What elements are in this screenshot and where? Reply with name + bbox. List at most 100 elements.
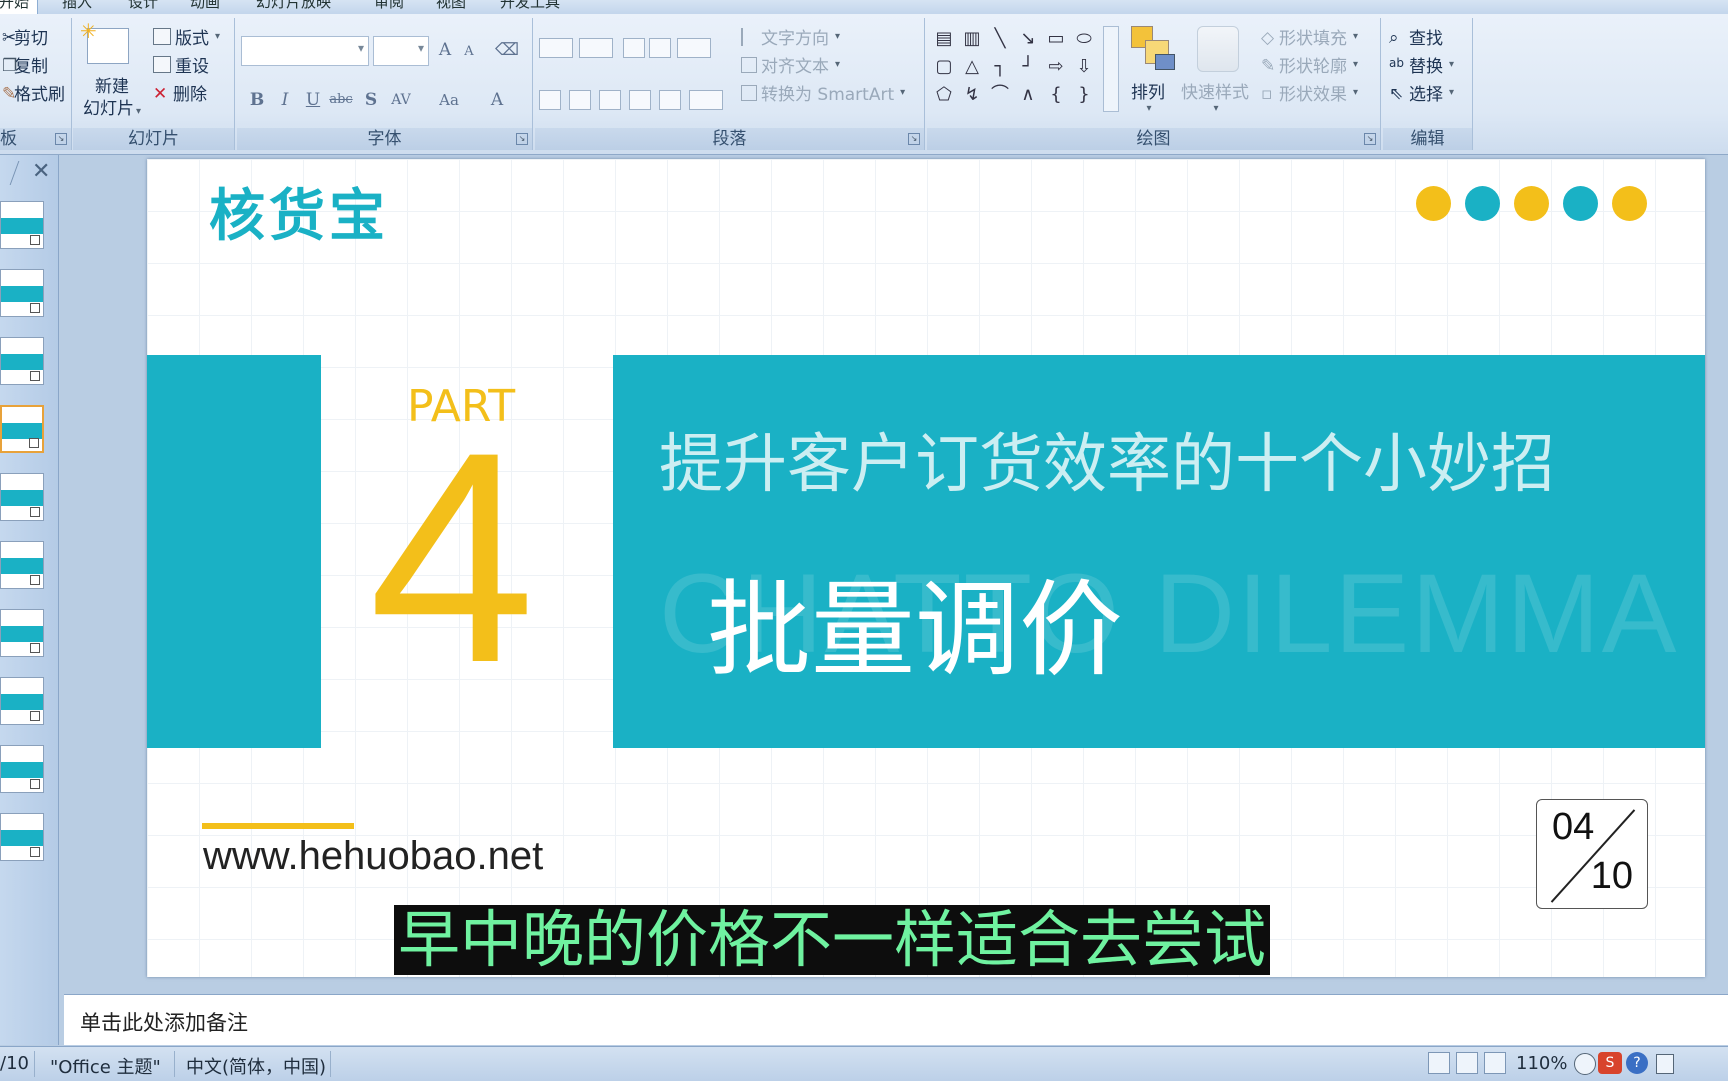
cut-button[interactable]: ✂ 剪切 (2, 24, 48, 50)
slide-canvas[interactable]: 核货宝 PART 4 提升客户订货效率的十个小妙招 CHATTO DILEMMA… (147, 159, 1705, 977)
outline-tab[interactable] (0, 161, 20, 185)
slide-thumbnail[interactable] (0, 269, 44, 317)
slide-thumbnail[interactable] (0, 609, 44, 657)
curve-shape-icon[interactable]: ∧ (1017, 84, 1039, 106)
drawing-dialog-launcher[interactable]: ↘ (1364, 133, 1376, 145)
align-text-button[interactable]: 对齐文本 ▾ (741, 52, 840, 77)
slide-sorter-view-button[interactable] (1456, 1052, 1478, 1074)
justify-button[interactable] (629, 90, 651, 110)
line-spacing-button[interactable] (677, 38, 711, 58)
arrange-button[interactable]: 排列 ▾ (1131, 78, 1165, 114)
new-slide-button[interactable]: 新建 幻灯片 ▾ (83, 76, 141, 123)
fit-window-icon[interactable] (1656, 1054, 1674, 1074)
tab-home[interactable]: 开始 (0, 0, 39, 14)
shape-fill-button[interactable]: ◇ 形状填充 ▾ (1261, 24, 1358, 50)
char-spacing-button[interactable]: AV (389, 88, 413, 112)
close-icon[interactable]: ✕ (32, 159, 50, 184)
shrink-font-button[interactable]: A (457, 40, 481, 64)
find-button[interactable]: ⌕ 查找 (1389, 24, 1443, 50)
replace-button[interactable]: ab 替换 ▾ (1389, 52, 1454, 78)
tab-insert[interactable]: 插入 (62, 0, 92, 10)
slide-thumbnail[interactable] (0, 473, 44, 521)
left-brace-shape-icon[interactable]: { (1045, 84, 1067, 106)
theme-indicator[interactable]: "Office 主题" (50, 1053, 161, 1079)
shapes-gallery-scrollbar[interactable] (1103, 26, 1119, 112)
paragraph-dialog-launcher[interactable]: ↘ (908, 133, 920, 145)
underline-button[interactable]: U (301, 88, 325, 112)
zoom-level[interactable]: 110% (1516, 1053, 1567, 1074)
tab-slideshow[interactable]: 幻灯片放映 (256, 0, 331, 10)
clear-format-button[interactable]: ⌫ (495, 38, 519, 62)
strikethrough-button[interactable]: abc (329, 88, 353, 112)
format-painter-button[interactable]: ✎ 格式刷 (2, 80, 65, 106)
arrow-line-shape-icon[interactable]: ↘ (1017, 28, 1039, 50)
bold-button[interactable]: B (245, 88, 269, 112)
align-left-button[interactable] (539, 90, 561, 110)
delete-slide-button[interactable]: ✕ 删除 (153, 80, 207, 106)
align-right-button[interactable] (599, 90, 621, 110)
italic-button[interactable]: I (273, 88, 297, 112)
tab-design[interactable]: 设计 (128, 0, 158, 10)
clipboard-dialog-launcher[interactable]: ↘ (55, 133, 67, 145)
shape-outline-button[interactable]: ✎ 形状轮廓 ▾ (1261, 52, 1358, 78)
oval-shape-icon[interactable]: ⬭ (1073, 28, 1095, 50)
right-arrow-shape-icon[interactable]: ⇨ (1045, 56, 1067, 78)
distributed-button[interactable] (659, 90, 681, 110)
freeform-shape-icon[interactable]: ⬠ (933, 84, 955, 106)
down-arrow-shape-icon[interactable]: ⇩ (1073, 56, 1095, 78)
decrease-indent-button[interactable] (623, 38, 645, 58)
numbering-button[interactable] (579, 38, 613, 58)
elbow-arrow-shape-icon[interactable]: ┘ (1017, 56, 1039, 78)
rectangle-shape-icon[interactable]: ▭ (1045, 28, 1067, 50)
bullets-button[interactable] (539, 38, 573, 58)
layout-button[interactable]: 版式 ▾ (153, 24, 220, 49)
shape-effects-button[interactable]: ▫ 形状效果 ▾ (1261, 80, 1358, 106)
zoom-out-icon[interactable] (1574, 1053, 1596, 1075)
tab-view[interactable]: 视图 (436, 0, 466, 10)
font-dialog-launcher[interactable]: ↘ (516, 133, 528, 145)
rounded-rect-shape-icon[interactable]: ▢ (933, 56, 955, 78)
app-s-icon[interactable]: S (1598, 1052, 1622, 1074)
quick-styles-button[interactable]: 快速样式 ▾ (1181, 78, 1249, 114)
slide-count-indicator: /10 (0, 1053, 29, 1074)
normal-view-button[interactable] (1428, 1052, 1450, 1074)
delete-icon: ✕ (153, 83, 168, 104)
language-indicator[interactable]: 中文(简体，中国) (186, 1053, 326, 1079)
slide-thumbnail[interactable] (0, 813, 44, 861)
shadow-button[interactable]: S (359, 88, 383, 112)
slide-thumbnail-selected[interactable] (0, 405, 44, 453)
select-button[interactable]: ⇖ 选择 ▾ (1389, 80, 1454, 106)
slide-thumbnail[interactable] (0, 541, 44, 589)
slide-thumbnail[interactable] (0, 677, 44, 725)
vertical-textbox-shape-icon[interactable]: ▥ (961, 28, 983, 50)
increase-indent-button[interactable] (649, 38, 671, 58)
columns-button[interactable] (689, 90, 723, 110)
triangle-shape-icon[interactable]: △ (961, 56, 983, 78)
slide-thumbnail[interactable] (0, 337, 44, 385)
change-case-button[interactable]: Aa (437, 88, 461, 112)
reset-button[interactable]: 重设 (153, 52, 209, 77)
line-shape-icon[interactable]: ╲ (989, 28, 1011, 50)
grow-font-button[interactable]: A (433, 38, 457, 62)
right-brace-shape-icon[interactable]: } (1073, 84, 1095, 106)
convert-smartart-button[interactable]: 转换为 SmartArt ▾ (741, 80, 905, 105)
align-center-button[interactable] (569, 90, 591, 110)
slide-title: 批量调价 (707, 569, 1124, 691)
slideshow-view-button[interactable] (1484, 1052, 1506, 1074)
font-family-select[interactable] (241, 36, 369, 66)
text-direction-button[interactable]: 文字方向 ▾ (741, 24, 840, 49)
tab-animation[interactable]: 动画 (190, 0, 220, 10)
notes-pane[interactable]: 单击此处添加备注 (64, 994, 1728, 1045)
elbow-connector-shape-icon[interactable]: ┐ (989, 56, 1011, 78)
arc-shape-icon[interactable]: ⌒ (989, 84, 1011, 106)
copy-button[interactable]: ❐ 复制 (2, 52, 48, 78)
font-color-button[interactable]: A (485, 88, 509, 112)
font-size-select[interactable] (373, 36, 429, 66)
slide-thumbnail[interactable] (0, 745, 44, 793)
help-icon[interactable]: ? (1626, 1052, 1648, 1074)
slide-thumbnail[interactable] (0, 201, 44, 249)
tab-review[interactable]: 审阅 (374, 0, 404, 10)
tab-developer[interactable]: 开发工具 (500, 0, 560, 10)
textbox-shape-icon[interactable]: ▤ (933, 28, 955, 50)
lightning-shape-icon[interactable]: ↯ (961, 84, 983, 106)
